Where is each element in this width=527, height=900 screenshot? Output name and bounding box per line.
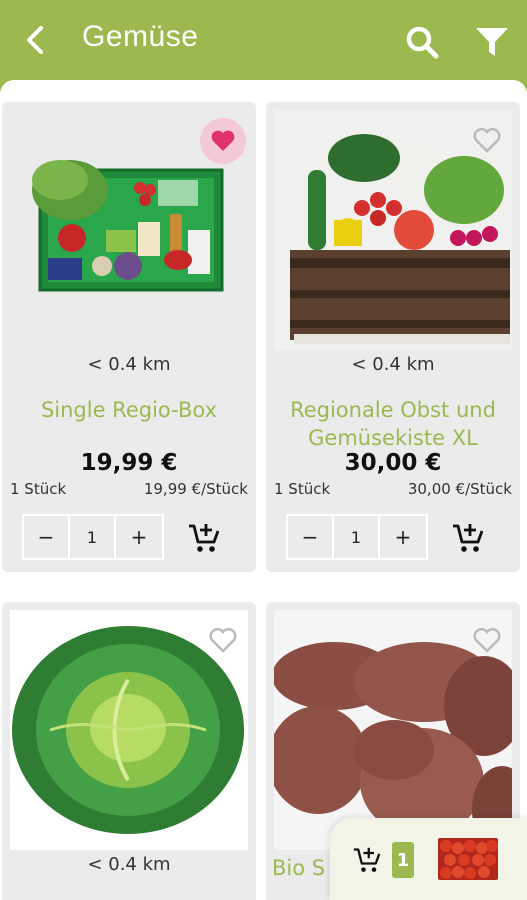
filter-icon [476, 28, 508, 56]
product-name[interactable]: Regionale Obst und Gemüsekiste XL [276, 396, 510, 452]
add-cart-icon [189, 524, 220, 552]
add-to-cart-button[interactable] [182, 516, 226, 560]
increase-button[interactable]: + [380, 516, 426, 558]
page-title: Gemüse [82, 20, 199, 53]
product-name[interactable]: Single Regio-Box [12, 396, 246, 424]
heart-outline-icon [473, 128, 501, 153]
product-card[interactable]: < 0.4 km Single Regio-Box 19,99 € 1 Stüc… [2, 102, 256, 572]
product-unit: 1 Stück [10, 480, 67, 498]
search-icon [406, 26, 439, 59]
cart-summary[interactable]: 1 [330, 818, 527, 900]
cart-button[interactable] [350, 844, 384, 876]
product-card[interactable]: < 0.4 km [2, 602, 256, 900]
quantity-value[interactable]: 1 [334, 516, 380, 558]
favorite-button[interactable] [464, 618, 510, 664]
heart-outline-icon [209, 628, 237, 653]
heart-outline-icon [473, 628, 501, 653]
distance-label: < 0.4 km [87, 854, 171, 875]
chevron-left-icon [27, 26, 43, 54]
favorite-button[interactable] [200, 618, 246, 664]
product-unit-price: 19,99 €/Stück [143, 480, 248, 498]
back-button[interactable] [20, 22, 50, 58]
product-unit: 1 Stück [274, 480, 331, 498]
cart-icon [353, 847, 381, 872]
quantity-stepper: − 1 + [22, 514, 164, 560]
distance-label: < 0.4 km [87, 354, 171, 375]
product-price: 19,99 € [80, 450, 178, 476]
add-to-cart-button[interactable] [446, 516, 490, 560]
cart-item-thumbnail[interactable] [438, 838, 498, 880]
cart-count-badge: 1 [392, 842, 414, 878]
app-bar: Gemüse [0, 0, 527, 82]
product-price: 30,00 € [344, 450, 442, 476]
decrease-button[interactable]: − [288, 516, 334, 558]
filter-button[interactable] [472, 22, 512, 62]
product-card[interactable]: < 0.4 km Regionale Obst und Gemüsekiste … [266, 102, 520, 572]
product-unit-price: 30,00 €/Stück [407, 480, 512, 498]
favorite-button[interactable] [464, 118, 510, 164]
distance-label: < 0.4 km [351, 354, 435, 375]
decrease-button[interactable]: − [24, 516, 70, 558]
increase-button[interactable]: + [116, 516, 162, 558]
quantity-value[interactable]: 1 [70, 516, 116, 558]
quantity-stepper: − 1 + [286, 514, 428, 560]
heart-filled-icon [211, 130, 235, 151]
add-cart-icon [453, 524, 484, 552]
favorite-button[interactable] [200, 118, 246, 164]
search-button[interactable] [402, 22, 442, 62]
product-list[interactable]: < 0.4 km Single Regio-Box 19,99 € 1 Stüc… [0, 80, 527, 900]
